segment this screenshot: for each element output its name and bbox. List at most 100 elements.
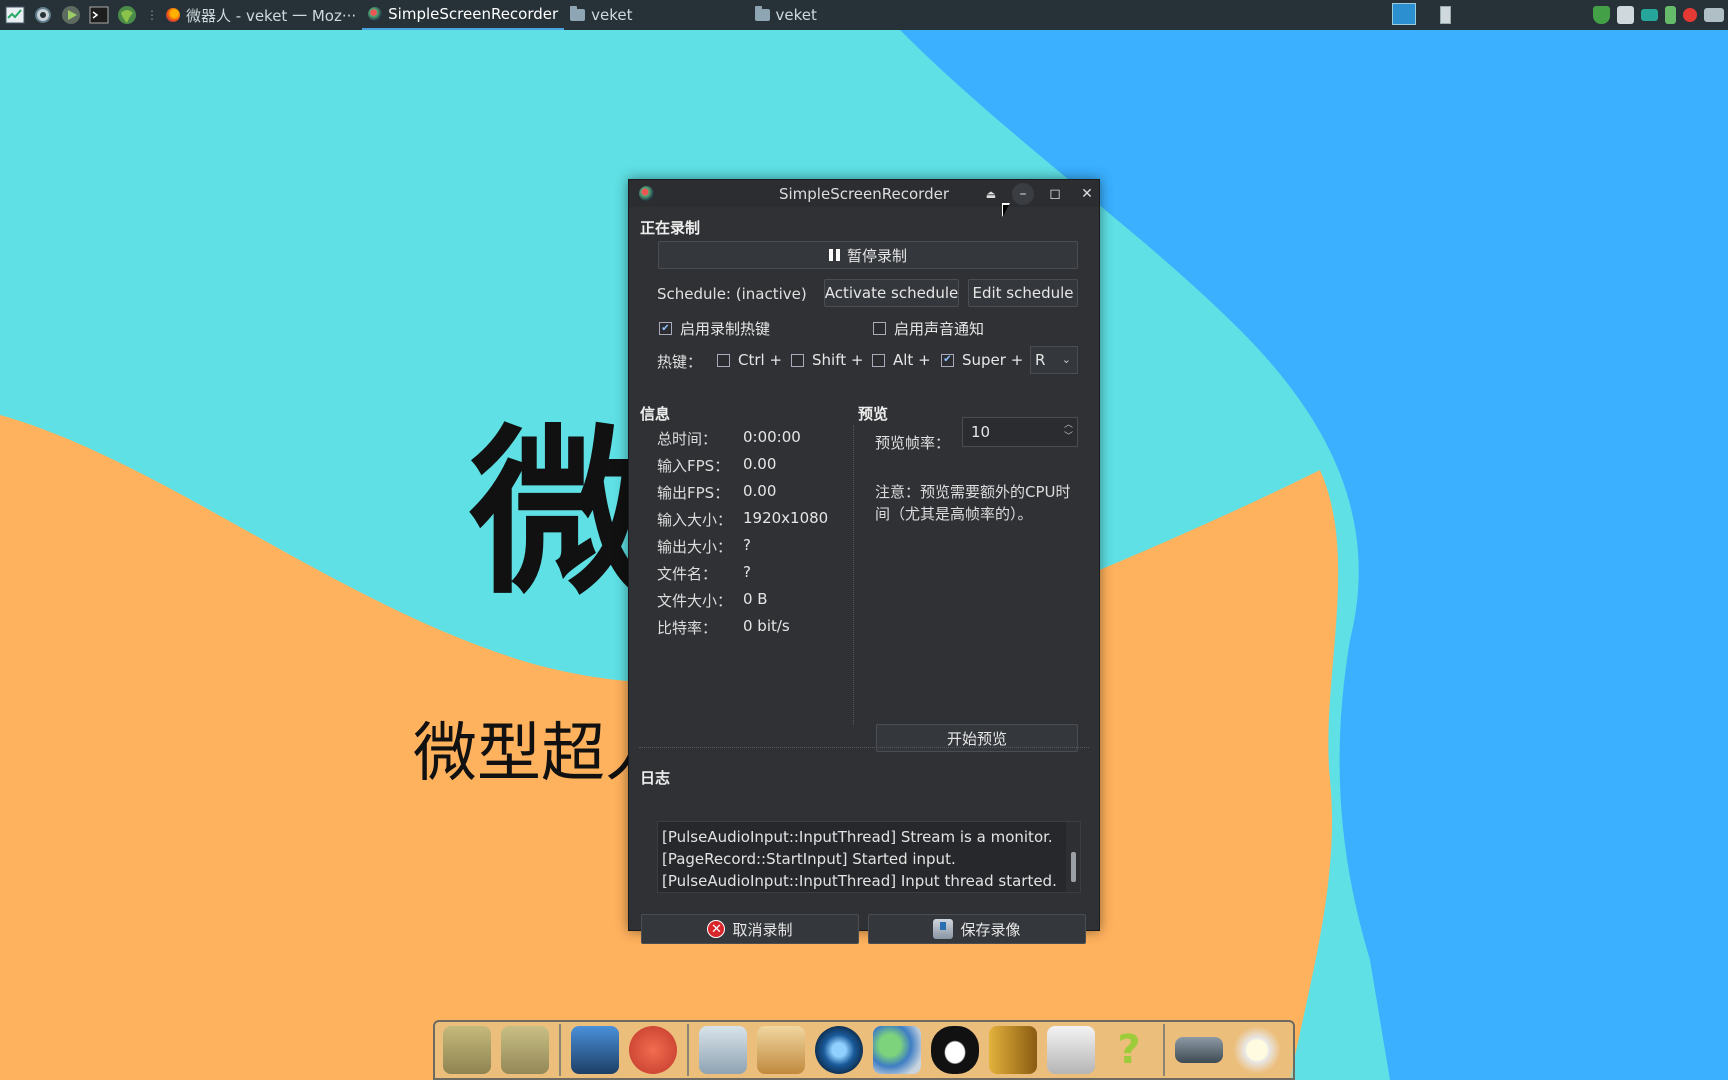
run-icon[interactable] [60, 4, 82, 26]
window-content: 正在录制 暂停录制 Schedule: (inactive) Activate … [629, 207, 1099, 944]
minimize-button[interactable]: – [1012, 183, 1034, 205]
workspace-icon[interactable] [1440, 6, 1451, 24]
recording-section-title: 正在录制 [640, 219, 701, 237]
mascot-icon[interactable] [629, 1026, 677, 1074]
system-monitor-icon[interactable] [4, 4, 26, 26]
super-label: Super + [962, 351, 1024, 369]
checkbox-checked[interactable]: ✔ [941, 353, 954, 367]
info-row-output-size: 输出大小：? [657, 536, 751, 556]
enable-sound-checkbox[interactable]: 启用声音通知 [873, 318, 984, 339]
network-icon[interactable] [1641, 9, 1658, 21]
window-titlebar[interactable]: SimpleScreenRecorder ⏏ – ◻ ✕ [629, 180, 1099, 207]
hotkey-ctrl-checkbox[interactable]: Ctrl + [717, 351, 782, 369]
dock-separator [1163, 1024, 1165, 1076]
close-button[interactable]: ✕ [1076, 183, 1098, 205]
checkbox-checked[interactable]: ✔ [659, 322, 672, 335]
checkbox-unchecked[interactable] [873, 322, 886, 335]
task-label: veket [775, 6, 817, 24]
hotkey-label: 热键： [657, 353, 703, 371]
info-row-bitrate: 比特率： 0 bit/s [657, 617, 790, 637]
terminal-icon[interactable] [88, 4, 110, 26]
task-veket-folder-2[interactable]: veket [749, 0, 823, 30]
door-icon[interactable] [989, 1026, 1037, 1074]
log-line: [PulseAudioInput::InputThread] Stream is… [662, 828, 1053, 846]
log-line: [PageRecord::StartInput] Started input. [662, 850, 956, 868]
log-textbox[interactable]: [PulseAudioInput::InputThread] Stream is… [657, 821, 1081, 893]
section-divider-vertical [853, 425, 854, 725]
log-line: [PulseAudioInput::InputThread] Input thr… [662, 872, 1057, 890]
edit-schedule-button[interactable]: Edit schedule [968, 279, 1078, 307]
display-settings-icon[interactable] [571, 1026, 619, 1074]
save-recording-label: 保存录像 [960, 920, 1021, 939]
save-recording-button[interactable]: 保存录像 [868, 914, 1086, 944]
checkbox-unchecked[interactable] [717, 353, 730, 367]
quick-launchers: ⋮ [0, 4, 160, 26]
info-row-file-name: 文件名：? [657, 563, 751, 583]
log-scrollbar[interactable] [1066, 822, 1080, 892]
hotkey-key-select[interactable]: R ⌄ [1030, 346, 1078, 374]
help-icon[interactable]: ? [1105, 1026, 1153, 1074]
preview-rate-spinbox[interactable]: 10 ︿ ﹀ [962, 417, 1078, 447]
info-row-input-size: 输入大小： 1920x1080 [657, 509, 829, 529]
keep-above-icon[interactable]: ⏏ [980, 183, 1002, 205]
browser-icon[interactable] [116, 4, 138, 26]
cancel-recording-label: 取消录制 [732, 920, 793, 939]
shield-icon[interactable] [1593, 6, 1610, 24]
network-users-icon[interactable] [873, 1026, 921, 1074]
hotkey-alt-checkbox[interactable]: Alt + [872, 351, 931, 369]
enable-sound-label: 启用声音通知 [894, 320, 985, 338]
hotkey-shift-checkbox[interactable]: Shift + [791, 351, 863, 369]
keyboard-icon[interactable] [1704, 8, 1724, 22]
folder-icon [570, 6, 586, 21]
ssr-window: SimpleScreenRecorder ⏏ – ◻ ✕ 正在录制 暂停录制 S… [628, 179, 1100, 944]
info-row-output-fps: 输出FPS： 0.00 [657, 482, 777, 502]
maximize-button[interactable]: ◻ [1044, 183, 1066, 205]
pause-recording-button[interactable]: 暂停录制 [658, 241, 1078, 269]
paint-icon[interactable] [757, 1026, 805, 1074]
record-icon[interactable] [1683, 8, 1697, 22]
hotkey-super-checkbox[interactable]: ✔ Super + [941, 351, 1023, 369]
chevron-down-icon: ⌄ [1061, 353, 1071, 366]
cancel-recording-button[interactable]: ✕ 取消录制 [641, 914, 859, 944]
preview-rate-value: 10 [971, 423, 991, 441]
preview-note: 注意：预览需要额外的CPU时间（尤其是高帧率的）。 [875, 483, 1071, 523]
log-scrollbar-thumb[interactable] [1071, 852, 1076, 882]
alt-label: Alt + [893, 351, 931, 369]
checkbox-unchecked[interactable] [872, 353, 885, 367]
files-folder-icon[interactable] [501, 1026, 549, 1074]
shift-label: Shift + [812, 351, 864, 369]
section-divider-horizontal [639, 747, 1089, 748]
info-row-input-fps: 输入FPS： 0.00 [657, 455, 777, 475]
task-simplescreenrecorder[interactable]: SimpleScreenRecorder [362, 0, 565, 30]
checkbox-unchecked[interactable] [791, 353, 804, 367]
task-label: 微器人 - veket 一 Moz··· [186, 6, 357, 25]
task-veket-folder[interactable]: veket [564, 0, 638, 30]
qq-penguin-icon[interactable] [931, 1026, 979, 1074]
scanner-icon[interactable] [1175, 1037, 1223, 1063]
enable-hotkey-label: 启用录制热键 [680, 320, 771, 338]
brightness-icon[interactable] [1233, 1026, 1281, 1074]
info-row-file-size: 文件大小： 0 B [657, 590, 768, 610]
show-desktop-icon[interactable] [1392, 3, 1416, 25]
task-label: SimpleScreenRecorder [388, 5, 559, 23]
firefox-icon [166, 8, 180, 22]
home-folder-icon[interactable] [443, 1026, 491, 1074]
pause-recording-label: 暂停录制 [846, 246, 907, 265]
chart-app-icon[interactable] [1047, 1026, 1095, 1074]
launcher-separator: ⋮ [146, 8, 158, 22]
system-tray [1593, 0, 1728, 30]
task-firefox[interactable]: 微器人 - veket 一 Moz··· [160, 0, 362, 30]
enable-hotkey-checkbox[interactable]: ✔ 启用录制热键 [659, 318, 770, 339]
activate-schedule-button[interactable]: Activate schedule [824, 279, 959, 307]
text-editor-icon[interactable] [699, 1026, 747, 1074]
cancel-icon: ✕ [707, 920, 726, 938]
media-player-icon[interactable] [815, 1026, 863, 1074]
schedule-status: Schedule: (inactive) [657, 285, 807, 303]
settings-icon[interactable] [32, 4, 54, 26]
mouse-cursor [1002, 203, 1010, 217]
clipboard-icon[interactable] [1617, 6, 1634, 24]
folder-icon [754, 6, 770, 21]
battery-icon[interactable] [1665, 6, 1676, 24]
spin-arrows-icon[interactable]: ︿ ﹀ [1064, 419, 1073, 443]
ctrl-label: Ctrl + [738, 351, 783, 369]
